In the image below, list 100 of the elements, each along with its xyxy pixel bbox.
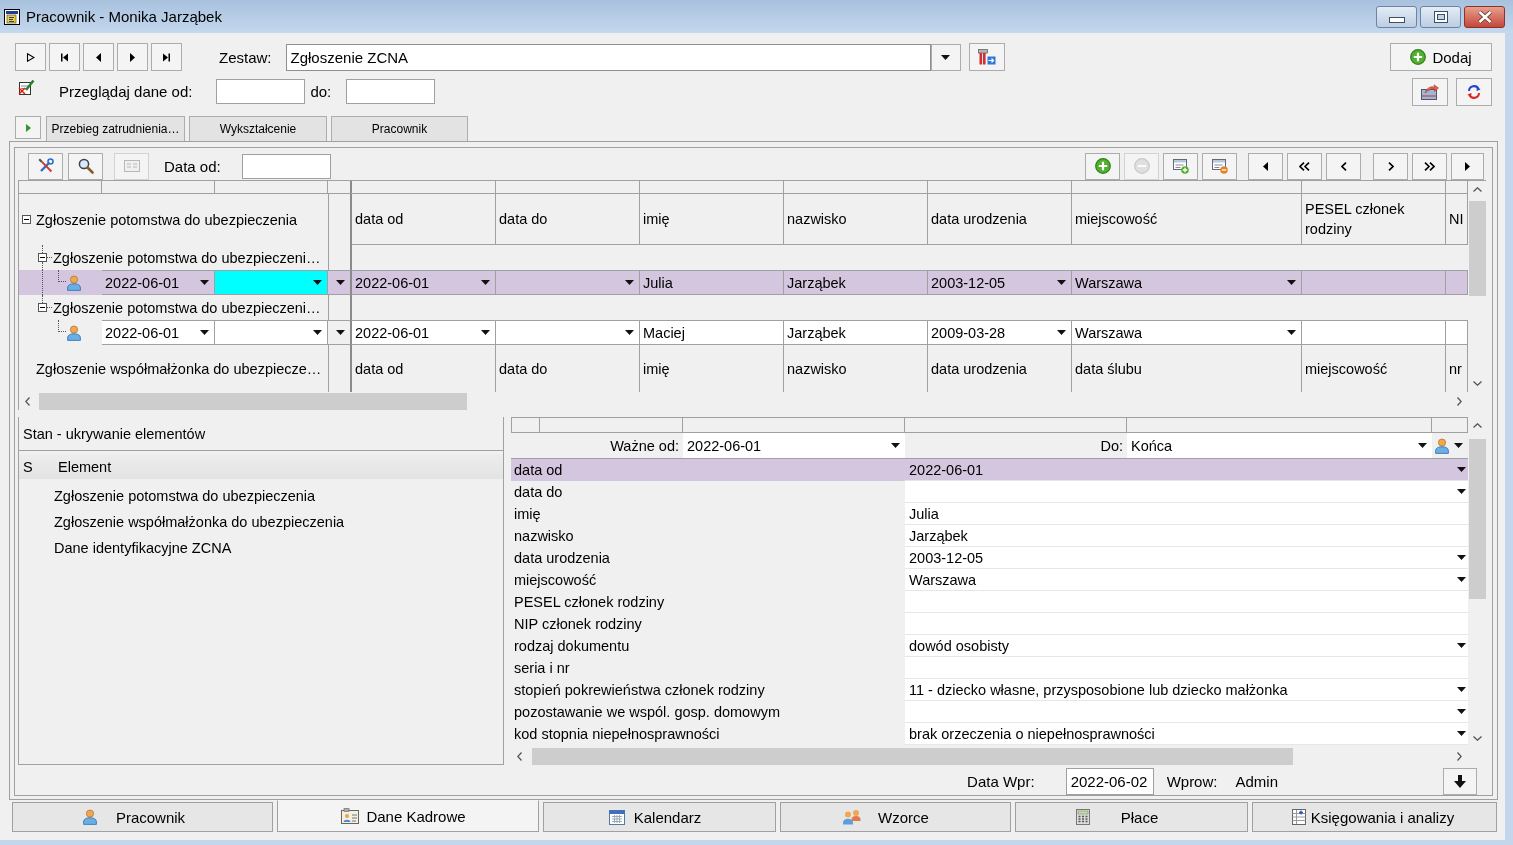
transfer-button[interactable] — [968, 43, 1005, 71]
minimize-button[interactable] — [1376, 6, 1417, 28]
grid-row[interactable]: 2022-06-01 2022-06-01 Maciej Jarząbek 2009-03-28 Warszawa — [19, 320, 1468, 345]
value-field[interactable] — [905, 657, 1468, 679]
dropdown-button[interactable] — [930, 43, 961, 71]
grid-cell: Jarząbek — [784, 320, 928, 345]
grid-row[interactable]: 2022-06-01 2022-06-01 Julia Jarząbek 2003-12-05 Warszawa — [19, 270, 1468, 295]
column-header: PESEL członek rodziny — [1302, 194, 1446, 245]
expand-button[interactable] — [15, 116, 41, 139]
tree-node-label[interactable]: Zgłoszenie współmałżonka do ubezpiecze… — [36, 360, 322, 377]
property-row[interactable]: imię Julia — [511, 503, 1468, 525]
module-tab[interactable]: Dane Kadrowe — [277, 800, 539, 832]
valid-to-dropdown[interactable]: Końca — [1127, 433, 1432, 458]
module-tab[interactable]: Księgowania i analizy — [1252, 802, 1497, 832]
tree-node-label[interactable]: Zgłoszenie potomstwa do ubezpieczeni… — [53, 249, 321, 266]
scrollbar-thumb[interactable] — [1468, 439, 1486, 599]
value-field[interactable] — [905, 591, 1468, 613]
property-row[interactable]: PESEL członek rodziny — [511, 591, 1468, 613]
minus-box-icon[interactable] — [22, 215, 31, 224]
tab[interactable]: Wykształcenie — [189, 116, 327, 141]
add-row-button[interactable] — [1085, 152, 1120, 180]
dropdown-field[interactable] — [905, 481, 1468, 503]
property-row[interactable]: seria i nr — [511, 657, 1468, 679]
value-field[interactable]: Julia — [905, 503, 1468, 525]
dropdown-cell[interactable]: 2022-06-01 — [102, 320, 215, 345]
first-record-button[interactable] — [49, 43, 80, 71]
previous-page-button[interactable] — [1248, 152, 1283, 180]
scrollbar-thumb[interactable] — [1468, 201, 1486, 296]
date-to-field[interactable] — [346, 79, 436, 104]
minus-box-icon[interactable] — [38, 303, 47, 312]
triangle-outline-icon — [26, 52, 35, 62]
date-from-field[interactable] — [241, 153, 331, 179]
value-field[interactable] — [905, 613, 1468, 635]
dropdown-cell[interactable] — [215, 270, 328, 295]
dropdown-field[interactable]: Warszawa — [905, 569, 1468, 591]
entry-date-field[interactable]: 2022-06-02 — [1065, 767, 1154, 795]
tools-button[interactable] — [28, 152, 63, 180]
dropdown-field[interactable]: brak orzeczenia o niepełnosprawności — [905, 723, 1468, 745]
value-field[interactable]: Jarząbek — [905, 525, 1468, 547]
set-field[interactable]: Zgłoszenie ZCNA — [285, 43, 931, 71]
dropdown-cell[interactable]: 2022-06-01 — [352, 270, 496, 295]
dropdown-cell[interactable] — [328, 320, 352, 345]
property-row[interactable]: stopień pokrewieństwa członek rodziny 11 - dziecko własne, przysposobione lub dziecko małżonka — [511, 679, 1468, 701]
dropdown-cell[interactable]: Warszawa — [1072, 320, 1302, 345]
dropdown-field[interactable] — [905, 701, 1468, 723]
previous-record-button[interactable] — [83, 43, 114, 71]
valid-from-dropdown[interactable]: 2022-06-01 — [683, 433, 905, 458]
property-row[interactable]: nazwisko Jarząbek — [511, 525, 1468, 547]
tree-node-label[interactable]: Zgłoszenie potomstwa do ubezpieczeni… — [53, 299, 321, 316]
property-row[interactable]: miejscowość Warszawa — [511, 569, 1468, 591]
dropdown-cell[interactable]: 2003-12-05 — [928, 270, 1072, 295]
scrollbar-thumb[interactable] — [39, 392, 467, 410]
last-record-button[interactable] — [151, 43, 182, 71]
dropdown-field[interactable]: 11 - dziecko własne, przysposobione lub dziecko małżonka — [905, 679, 1468, 701]
dropdown-cell[interactable] — [496, 320, 640, 345]
property-row[interactable]: data od 2022-06-01 — [511, 459, 1468, 481]
start-button[interactable] — [15, 43, 46, 71]
list-item[interactable]: Dane identyfikacyjne ZCNA — [54, 540, 232, 556]
list-item[interactable]: Zgłoszenie współmałżonka do ubezpieczenia — [54, 514, 345, 530]
add-record-button[interactable] — [1163, 152, 1198, 180]
maximize-button[interactable] — [1420, 6, 1461, 28]
list-item[interactable]: Zgłoszenie potomstwa do ubezpieczenia — [54, 488, 316, 504]
minus-box-icon[interactable] — [38, 253, 47, 262]
property-row[interactable]: rodzaj dokumentu dowód osobisty — [511, 635, 1468, 657]
property-row[interactable]: data urodzenia 2003-12-05 — [511, 547, 1468, 569]
bars-arrow-icon — [977, 49, 996, 65]
dropdown-cell[interactable]: 2022-06-01 — [352, 320, 496, 345]
next-record-button[interactable] — [117, 43, 148, 71]
tab[interactable]: Przebieg zatrudnienia… — [46, 116, 185, 141]
refresh-button[interactable] — [1456, 77, 1492, 106]
first-button[interactable] — [1287, 152, 1322, 180]
dropdown-field[interactable]: 2003-12-05 — [905, 547, 1468, 569]
date-from-field[interactable] — [216, 79, 306, 104]
property-row[interactable]: pozostawanie we wspól. gosp. domowym — [511, 701, 1468, 723]
dropdown-cell[interactable]: Warszawa — [1072, 270, 1302, 295]
last-button[interactable] — [1412, 152, 1447, 180]
dropdown-cell[interactable] — [215, 320, 328, 345]
remove-record-button[interactable] — [1202, 152, 1237, 180]
module-tab[interactable]: Kalendarz — [543, 802, 776, 832]
dropdown-cell[interactable]: 2009-03-28 — [928, 320, 1072, 345]
calculator-icon — [1075, 809, 1090, 825]
add-button[interactable]: Dodaj — [1390, 43, 1492, 71]
search-button[interactable] — [68, 152, 103, 180]
dropdown-cell[interactable] — [496, 270, 640, 295]
dropdown-cell[interactable]: 2022-06-01 — [102, 270, 215, 295]
dropdown-cell[interactable] — [328, 270, 352, 295]
close-button[interactable] — [1464, 6, 1505, 28]
module-tab[interactable]: Wzorce — [780, 802, 1011, 832]
module-tab[interactable]: Pracownik — [12, 802, 273, 832]
scrollbar-thumb[interactable] — [532, 747, 1293, 765]
download-button[interactable] — [1443, 767, 1477, 795]
property-row[interactable]: data do — [511, 481, 1468, 503]
next-page-button[interactable] — [1451, 152, 1484, 180]
dropdown-field[interactable]: dowód osobisty — [905, 635, 1468, 657]
tab[interactable]: Pracownik — [331, 116, 468, 141]
property-row[interactable]: kod stopnia niepełnosprawności brak orzeczenia o niepełnosprawności — [511, 723, 1468, 745]
picture-arrow-button[interactable] — [1412, 77, 1448, 106]
tree-node-label[interactable]: Zgłoszenie potomstwa do ubezpieczenia — [36, 211, 298, 228]
module-tab[interactable]: Płace — [1015, 802, 1248, 832]
property-row[interactable]: NIP członek rodziny — [511, 613, 1468, 635]
